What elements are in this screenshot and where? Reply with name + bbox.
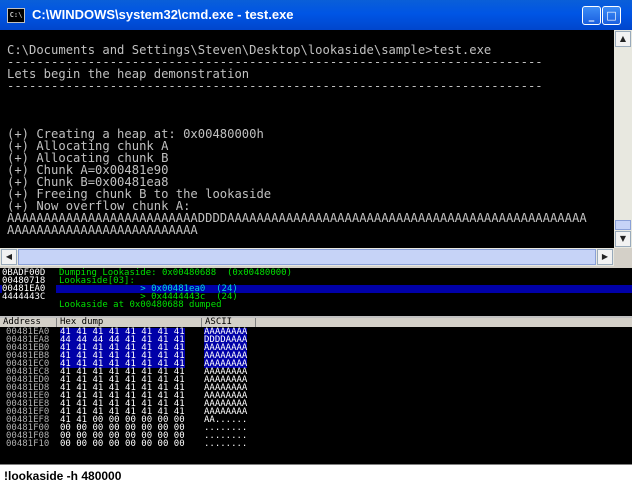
log-pane[interactable]: 0BADF00D Dumping Lookaside: 0x00480688 (… [0, 268, 632, 316]
dump-row[interactable]: 00481F10 00 00 00 00 00 00 00 00........ [0, 439, 632, 449]
log-address: 4444443C [2, 293, 56, 302]
column-header-ascii[interactable]: ASCII [202, 318, 256, 327]
cmd-app-icon[interactable]: C:\ [7, 8, 25, 23]
column-header-hex[interactable]: Hex dump [57, 318, 202, 327]
window-title: C:\WINDOWS\system32\cmd.exe - test.exe [32, 7, 294, 22]
scroll-up-icon[interactable]: ▲ [615, 31, 631, 47]
console-line: AAAAAAAAAAAAAAAAAAAAAAAAAA [7, 223, 198, 237]
title-bar[interactable]: C:\ C:\WINDOWS\system32\cmd.exe - test.e… [0, 0, 632, 30]
dump-hex: 00 00 00 00 00 00 00 00 [60, 439, 185, 449]
vertical-scrollbar[interactable]: ▲ ▼ [614, 30, 632, 248]
horizontal-scrollbar[interactable]: ◀ ▶ [0, 248, 614, 266]
dump-header: Address Hex dump ASCII [0, 318, 632, 327]
command-input[interactable] [4, 469, 624, 483]
dump-ascii: ........ [204, 439, 248, 449]
scroll-left-icon[interactable]: ◀ [1, 249, 17, 265]
minimize-button[interactable]: _ [582, 6, 601, 25]
horizontal-scroll-thumb[interactable] [18, 249, 596, 265]
maximize-button[interactable]: □ [602, 6, 621, 25]
scrollbar-corner [614, 248, 632, 266]
scroll-right-icon[interactable]: ▶ [597, 249, 613, 265]
log-message: Lookaside at 0x00480688 dumped [59, 300, 222, 310]
hex-dump-pane[interactable]: 00481EA0 41 41 41 41 41 41 41 41 AAAAAAAA … [0, 327, 632, 464]
scroll-down-icon[interactable]: ▼ [615, 231, 631, 247]
console-line: ----------------------------------------… [7, 79, 543, 93]
command-bar [0, 464, 632, 489]
console-output[interactable]: C:\Documents and Settings\Steven\Desktop… [0, 30, 614, 248]
dump-address: 00481F10 [6, 439, 50, 449]
log-row[interactable]: Lookaside at 0x00480688 dumped [0, 300, 632, 310]
column-header-address[interactable]: Address [0, 318, 57, 327]
vertical-scroll-thumb[interactable] [615, 220, 631, 230]
